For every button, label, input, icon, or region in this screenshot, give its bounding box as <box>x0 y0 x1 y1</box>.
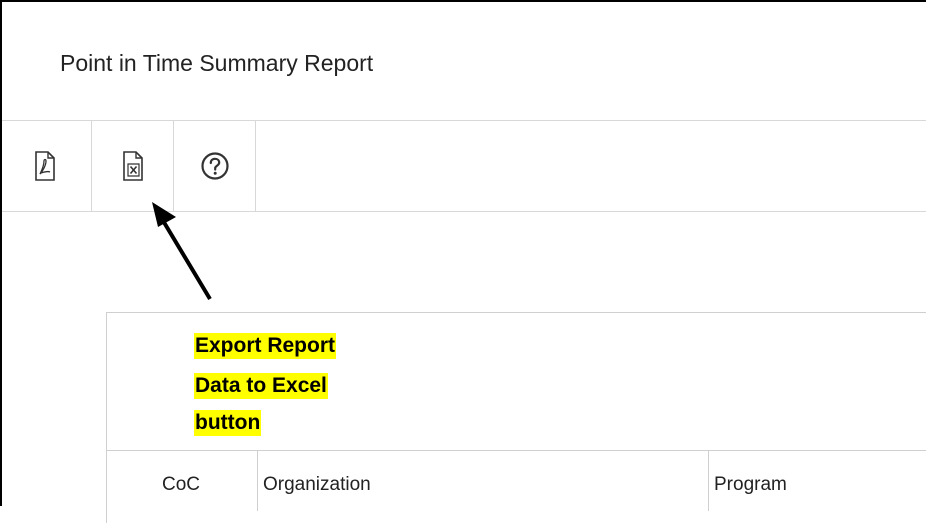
page-title: Point in Time Summary Report <box>60 50 374 76</box>
column-header-program[interactable]: Program <box>714 474 787 496</box>
export-pdf-button[interactable] <box>2 121 92 211</box>
annotation-arrow-icon <box>152 202 212 301</box>
callout-line-3: button <box>194 410 262 436</box>
table-header-divider <box>106 450 926 451</box>
callout-line-1: Export Report <box>194 333 337 359</box>
pdf-icon <box>35 151 55 181</box>
toolbar-divider <box>2 211 926 212</box>
excel-icon <box>122 151 143 181</box>
column-header-organization[interactable]: Organization <box>263 474 371 496</box>
help-icon <box>200 152 229 180</box>
column-header-coc[interactable]: CoC <box>162 474 200 496</box>
column-separator <box>708 451 709 511</box>
callout-line-2: Data to Excel <box>194 373 328 399</box>
column-separator <box>257 451 258 511</box>
report-window: Point in Time Summary Report Export Repo… <box>0 0 926 523</box>
